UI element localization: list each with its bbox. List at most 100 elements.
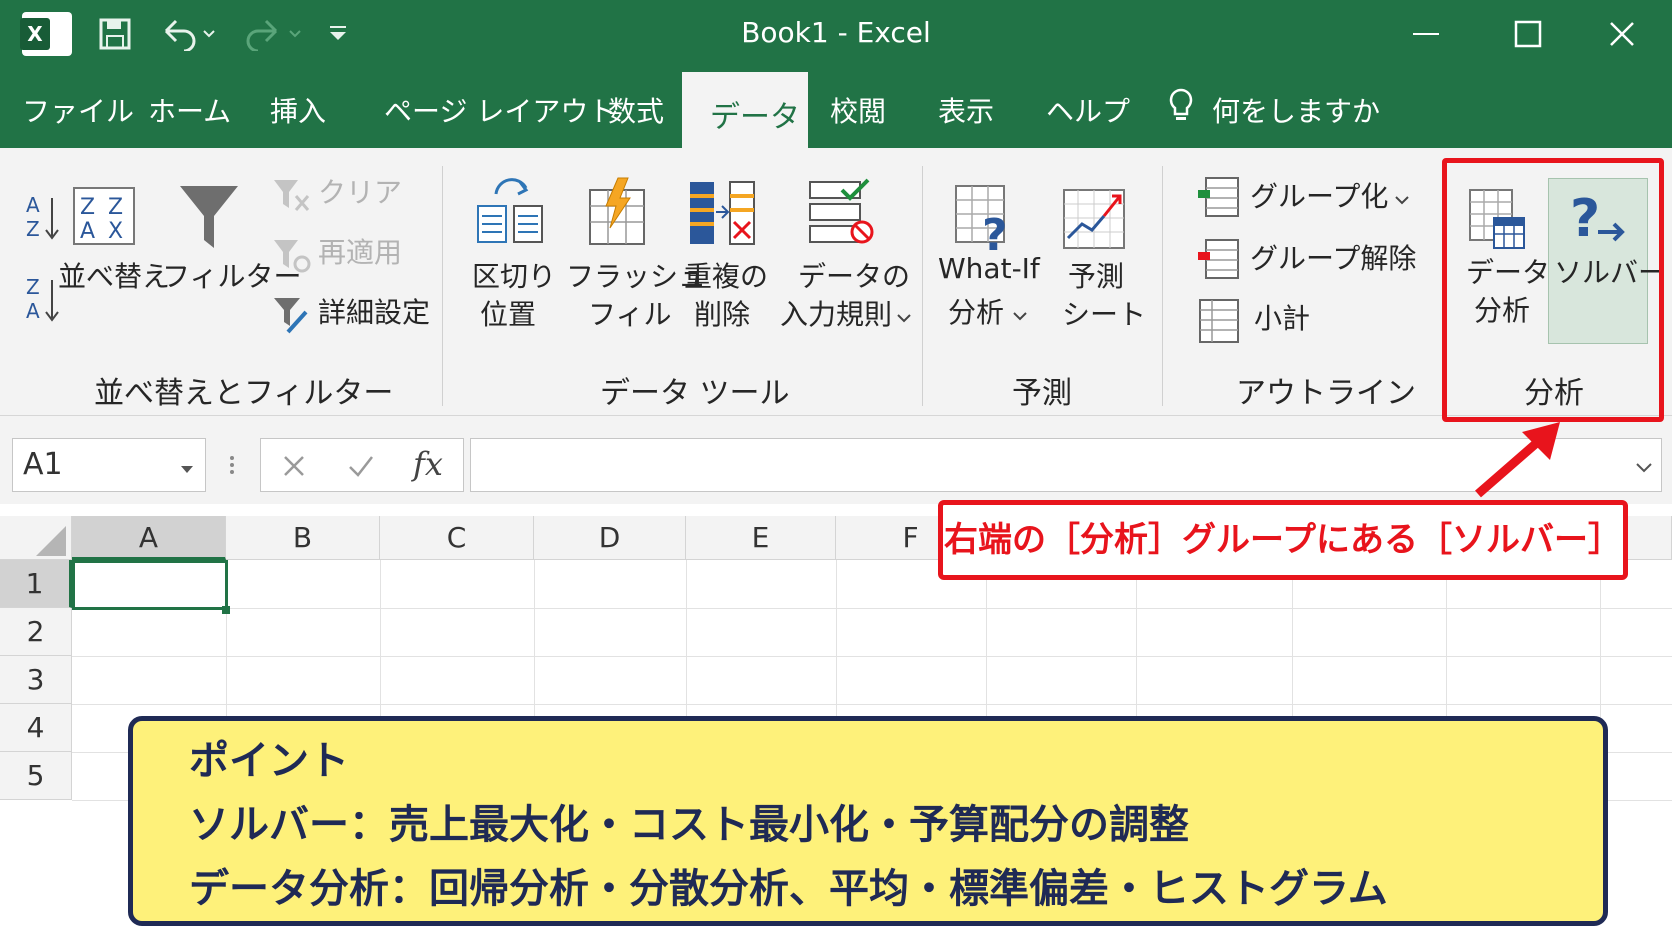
tab-file[interactable]: ファイル bbox=[22, 90, 134, 130]
ungroup-icon[interactable] bbox=[1196, 236, 1242, 286]
reapply-icon bbox=[272, 238, 312, 278]
subtotal-button[interactable]: 小計 bbox=[1254, 300, 1310, 338]
solver-callout: 右端の［分析］グループにある［ソルバー］ bbox=[938, 500, 1628, 580]
svg-text:Z: Z bbox=[26, 275, 40, 299]
forecast-group-label: 予測 bbox=[1012, 376, 1072, 411]
point-title: ポイント bbox=[189, 738, 349, 784]
ribbon: AZ ZZAX ZA 並べ替え フィルター クリア 再適用 詳細設定 並べ替えと… bbox=[0, 148, 1672, 416]
group-icon[interactable] bbox=[1196, 174, 1242, 224]
advanced-button[interactable]: 詳細設定 bbox=[318, 294, 430, 332]
row-header[interactable]: 3 bbox=[0, 656, 72, 704]
point-box: ポイント ソルバー：売上最大化・コスト最小化・予算配分の調整 データ分析：回帰分… bbox=[128, 716, 1608, 926]
ribbon-tab-bar: ファイル ホーム 挿入 ページ レイアウト 数式 校閲 表示 ヘルプ 何をします… bbox=[0, 68, 1672, 148]
formula-bar: A1 fx bbox=[0, 416, 1672, 504]
sort-ascending-icon[interactable]: AZ bbox=[24, 192, 62, 246]
column-header[interactable]: B bbox=[226, 516, 380, 560]
column-header[interactable]: C bbox=[380, 516, 534, 560]
outline-group-label: アウトライン bbox=[1236, 376, 1416, 411]
group-chevron-icon[interactable] bbox=[1394, 192, 1410, 211]
group-divider bbox=[922, 166, 923, 406]
tell-me-search[interactable]: 何をしますか bbox=[1212, 90, 1380, 130]
data-tools-group-label: データ ツール bbox=[600, 376, 790, 411]
group-divider bbox=[442, 166, 443, 406]
clear-button[interactable]: クリア bbox=[318, 174, 402, 212]
ungroup-button[interactable]: グループ解除 bbox=[1250, 240, 1416, 278]
enter-check-icon[interactable] bbox=[347, 453, 375, 483]
svg-text:Z: Z bbox=[80, 195, 95, 220]
tab-formulas[interactable]: 数式 bbox=[608, 90, 664, 130]
column-header[interactable]: E bbox=[686, 516, 836, 560]
what-if-line1[interactable]: What-If bbox=[938, 250, 1040, 288]
flash-fill-line2[interactable]: フィル bbox=[588, 296, 671, 334]
tab-review[interactable]: 校閲 bbox=[830, 90, 886, 130]
point-line-data-analysis: データ分析：回帰分析・分散分析、平均・標準偏差・ヒストグラム bbox=[189, 866, 1388, 912]
flash-fill-icon[interactable] bbox=[584, 176, 650, 252]
data-validation-line2[interactable]: 入力規則 bbox=[780, 296, 892, 334]
remove-duplicates-line1[interactable]: 重複の bbox=[684, 258, 768, 296]
selected-cell-a1[interactable] bbox=[72, 560, 228, 610]
column-header[interactable]: D bbox=[534, 516, 686, 560]
svg-text:Z: Z bbox=[108, 195, 123, 220]
fill-handle[interactable] bbox=[222, 606, 230, 614]
svg-text:A: A bbox=[80, 219, 95, 244]
sort-descending-icon[interactable]: ZA bbox=[24, 274, 62, 328]
row-header[interactable]: 4 bbox=[0, 704, 72, 752]
formula-bar-grip-icon[interactable] bbox=[228, 454, 236, 480]
formula-buttons: fx bbox=[260, 438, 464, 492]
text-to-columns-icon[interactable] bbox=[474, 178, 546, 252]
forecast-sheet-line1[interactable]: 予測 bbox=[1068, 258, 1124, 296]
forecast-sheet-icon[interactable] bbox=[1062, 188, 1128, 256]
remove-duplicates-icon[interactable] bbox=[686, 178, 758, 252]
insert-function-button[interactable]: fx bbox=[413, 445, 443, 483]
row-header[interactable]: 2 bbox=[0, 608, 72, 656]
maximize-icon[interactable] bbox=[1498, 10, 1558, 58]
tab-view[interactable]: 表示 bbox=[938, 90, 994, 130]
text-to-columns-line1[interactable]: 区切り bbox=[472, 258, 556, 296]
minimize-icon[interactable] bbox=[1396, 10, 1456, 58]
subtotal-icon[interactable] bbox=[1196, 298, 1242, 348]
analysis-group-highlight bbox=[1442, 158, 1664, 422]
select-all-corner[interactable] bbox=[0, 516, 72, 560]
what-if-line2[interactable]: 分析 bbox=[948, 294, 1004, 332]
point-line-solver: ソルバー：売上最大化・コスト最小化・予算配分の調整 bbox=[189, 802, 1189, 848]
data-validation-chevron-icon[interactable] bbox=[896, 310, 912, 329]
name-box-dropdown-icon[interactable] bbox=[180, 460, 194, 479]
expand-formula-bar-icon[interactable] bbox=[1635, 459, 1653, 478]
gridline bbox=[72, 608, 1672, 609]
reapply-button[interactable]: 再適用 bbox=[318, 234, 402, 272]
tab-help[interactable]: ヘルプ bbox=[1046, 90, 1130, 130]
cancel-icon[interactable] bbox=[281, 453, 307, 483]
what-if-chevron-icon[interactable] bbox=[1012, 308, 1028, 327]
gridline bbox=[72, 656, 1672, 657]
close-icon[interactable] bbox=[1592, 10, 1652, 58]
remove-duplicates-line2[interactable]: 削除 bbox=[694, 296, 750, 334]
what-if-icon[interactable]: ? bbox=[954, 182, 1020, 261]
data-validation-icon[interactable] bbox=[806, 176, 876, 252]
gridline bbox=[72, 704, 1672, 705]
group-button[interactable]: グループ化 bbox=[1250, 178, 1388, 216]
tab-page-layout[interactable]: ページ レイアウト bbox=[384, 90, 616, 130]
tab-insert[interactable]: 挿入 bbox=[270, 90, 326, 130]
forecast-sheet-line2[interactable]: シート bbox=[1062, 296, 1146, 334]
svg-text:X: X bbox=[108, 219, 123, 244]
svg-text:Z: Z bbox=[26, 217, 40, 241]
filter-icon[interactable] bbox=[176, 182, 242, 258]
row-header[interactable]: 1 bbox=[0, 560, 72, 608]
column-header[interactable]: A bbox=[72, 516, 226, 560]
title-bar: X Book1 - Excel bbox=[0, 0, 1672, 68]
text-to-columns-line2[interactable]: 位置 bbox=[480, 296, 536, 334]
svg-text:A: A bbox=[26, 299, 40, 323]
data-validation-line1[interactable]: データの bbox=[798, 258, 910, 296]
svg-text:A: A bbox=[26, 193, 40, 217]
lightbulb-icon bbox=[1166, 86, 1196, 133]
sort-dialog-icon[interactable]: ZZAX bbox=[72, 184, 136, 252]
callout-arrow-icon bbox=[1475, 422, 1560, 498]
sort-button[interactable]: 並べ替え bbox=[58, 258, 170, 296]
tab-home[interactable]: ホーム bbox=[148, 90, 231, 130]
name-box[interactable]: A1 bbox=[12, 438, 206, 492]
tab-data[interactable]: データ bbox=[682, 72, 808, 150]
row-header[interactable]: 5 bbox=[0, 752, 72, 800]
advanced-filter-icon bbox=[272, 296, 312, 340]
clear-filter-icon bbox=[272, 178, 312, 218]
group-divider bbox=[1162, 166, 1163, 406]
